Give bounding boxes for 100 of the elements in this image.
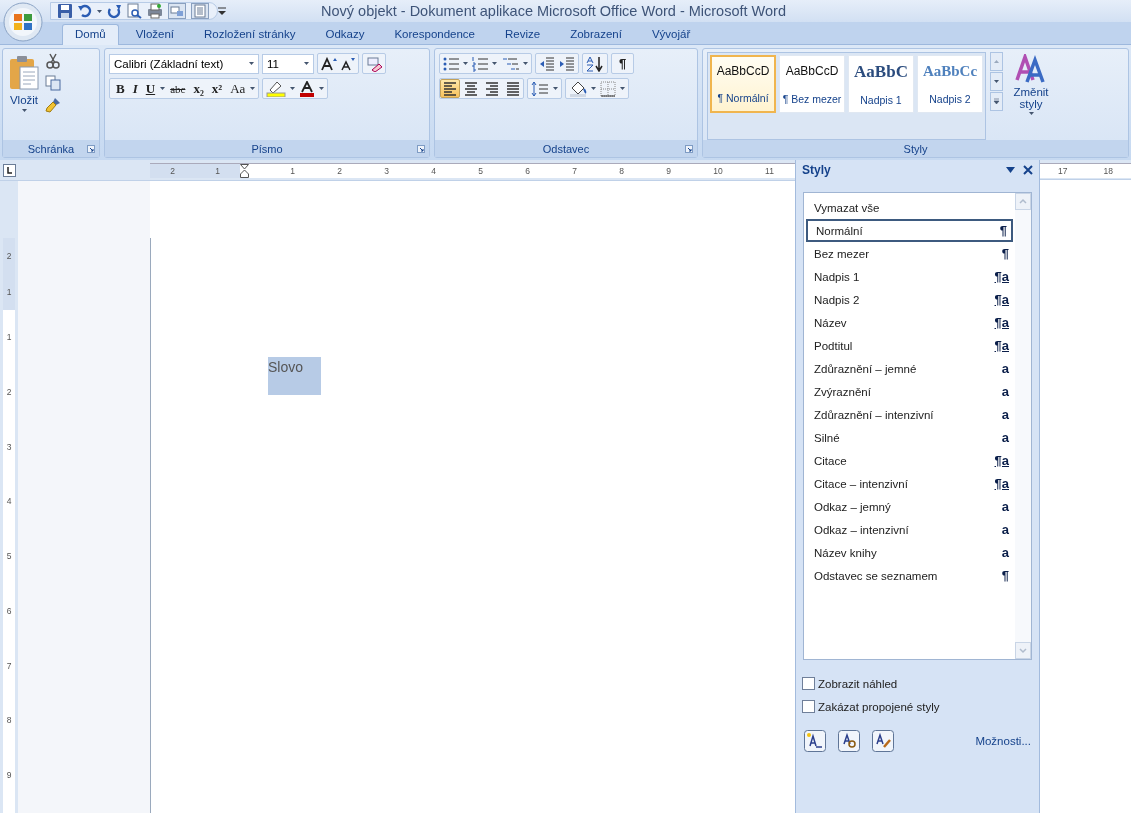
more-icon[interactable] bbox=[990, 92, 1003, 111]
format-button[interactable]: I bbox=[129, 80, 141, 97]
checkbox[interactable] bbox=[802, 677, 815, 690]
dialog-launcher-icon[interactable] bbox=[87, 145, 95, 153]
increase-indent-icon[interactable] bbox=[559, 55, 575, 72]
ruler-number: 9 bbox=[6, 771, 12, 780]
numbered-list-icon[interactable] bbox=[472, 55, 488, 72]
style-item[interactable]: Citace – intenzivní ¶a bbox=[806, 472, 1013, 495]
dropdown-icon[interactable] bbox=[1006, 167, 1015, 173]
style-item[interactable]: Nadpis 1 ¶a bbox=[806, 265, 1013, 288]
style-item[interactable]: Zdůraznění – jemné a bbox=[806, 357, 1013, 380]
style-type-marker: ¶ bbox=[1001, 246, 1009, 261]
style-type-marker: ¶a bbox=[994, 338, 1009, 353]
style-type-marker: a bbox=[1001, 499, 1009, 514]
style-item[interactable]: Bez mezer ¶ bbox=[806, 242, 1013, 265]
grow-font-icon[interactable] bbox=[321, 56, 337, 71]
paint-bucket-icon[interactable] bbox=[569, 80, 587, 97]
ruler-number: 1 bbox=[290, 166, 295, 176]
caret-icon bbox=[160, 87, 166, 90]
format-button[interactable]: x² bbox=[208, 80, 226, 97]
copy-icon[interactable] bbox=[45, 75, 61, 91]
style-item[interactable]: Odstavec se seznamem ¶ bbox=[806, 564, 1013, 587]
style-gallery-item[interactable]: AaBbC Nadpis 1 bbox=[848, 55, 914, 113]
printer-icon[interactable] bbox=[147, 3, 163, 19]
format-button[interactable]: abc bbox=[167, 82, 189, 95]
alignment-button[interactable] bbox=[440, 79, 460, 98]
dialog-launcher-icon[interactable] bbox=[417, 145, 425, 153]
style-gallery-item[interactable]: AaBbCcD ¶ Normální bbox=[710, 55, 776, 113]
ruler-number: 6 bbox=[525, 166, 530, 176]
paste-button[interactable]: Vložit bbox=[7, 53, 41, 140]
style-gallery-item[interactable]: AaBbCc Nadpis 2 bbox=[917, 55, 983, 113]
shrink-font-icon[interactable] bbox=[341, 56, 355, 71]
dialog-launcher-icon[interactable] bbox=[685, 145, 693, 153]
format-button[interactable]: U bbox=[142, 80, 159, 97]
customize-menu-icon[interactable] bbox=[218, 7, 226, 15]
style-item[interactable]: Silné a bbox=[806, 426, 1013, 449]
ribbon-tab[interactable]: Revize bbox=[492, 24, 554, 44]
ribbon-tab[interactable]: Domů bbox=[62, 24, 119, 45]
bullet-list-icon[interactable] bbox=[443, 55, 459, 72]
scissors-icon[interactable] bbox=[45, 53, 61, 69]
style-item[interactable]: Odkaz – jemný a bbox=[806, 495, 1013, 518]
font-name-field[interactable]: Calibri (Základní text) bbox=[109, 53, 259, 74]
redo-icon[interactable] bbox=[107, 3, 121, 19]
caret-icon bbox=[250, 87, 256, 90]
new-style-icon[interactable] bbox=[804, 730, 826, 752]
save-icon[interactable] bbox=[57, 3, 73, 19]
style-item[interactable]: Nadpis 2 ¶a bbox=[806, 288, 1013, 311]
style-item[interactable]: Citace ¶a bbox=[806, 449, 1013, 472]
style-item[interactable]: Podtitul ¶a bbox=[806, 334, 1013, 357]
style-item[interactable]: Normální ¶ bbox=[806, 219, 1013, 242]
ribbon-tab[interactable]: Vývojář bbox=[638, 24, 704, 44]
format-button[interactable]: B bbox=[113, 80, 128, 97]
format-button[interactable]: x₂ bbox=[190, 80, 207, 97]
options-link[interactable]: Možnosti... bbox=[975, 735, 1031, 747]
align-center-icon bbox=[464, 80, 478, 97]
show-marks-button[interactable]: ¶ bbox=[615, 56, 631, 71]
style-type-marker: a bbox=[1001, 384, 1009, 399]
ruler-number: 4 bbox=[431, 166, 436, 176]
ruler-number: 2 bbox=[337, 166, 342, 176]
ruler-number: 1 bbox=[6, 287, 12, 297]
multilevel-list-icon[interactable] bbox=[501, 55, 519, 72]
style-gallery-item[interactable]: AaBbCcD ¶ Bez mezer bbox=[779, 55, 845, 113]
indent-marker-icon[interactable] bbox=[240, 164, 249, 178]
change-styles-button[interactable]: Změnit styly bbox=[1007, 52, 1055, 140]
ribbon-tab[interactable]: Zobrazení bbox=[557, 24, 635, 44]
undo-icon[interactable] bbox=[78, 3, 92, 19]
window-icon[interactable] bbox=[168, 3, 186, 19]
ruler-number: 5 bbox=[478, 166, 483, 176]
ruler-number: 9 bbox=[666, 166, 671, 176]
highlighter-icon[interactable] bbox=[266, 80, 287, 97]
ruler-number: 2 bbox=[6, 387, 12, 397]
ribbon-tab[interactable]: Korespondence bbox=[381, 24, 488, 44]
manage-styles-icon[interactable] bbox=[872, 730, 894, 752]
line-spacing-icon[interactable] bbox=[531, 80, 549, 97]
style-type-marker: ¶a bbox=[994, 292, 1009, 307]
font-color-icon[interactable] bbox=[299, 80, 316, 97]
tab-stop-icon[interactable] bbox=[2, 163, 16, 177]
format-button[interactable]: Aa bbox=[227, 80, 249, 97]
ribbon-tab[interactable]: Rozložení stránky bbox=[191, 24, 309, 44]
style-item[interactable]: Název knihy a bbox=[806, 541, 1013, 564]
ribbon-tab[interactable]: Vložení bbox=[122, 24, 188, 44]
font-size-field[interactable]: 11 bbox=[262, 53, 314, 74]
style-item[interactable]: Odkaz – intenzivní a bbox=[806, 518, 1013, 541]
ruler-number: 4 bbox=[6, 497, 12, 506]
ruler-number: 7 bbox=[572, 166, 577, 176]
print-preview-icon[interactable] bbox=[126, 3, 142, 19]
style-inspector-icon[interactable] bbox=[838, 730, 860, 752]
style-item[interactable]: Vymazat vše bbox=[806, 196, 1013, 219]
borders-icon[interactable] bbox=[600, 80, 616, 97]
style-item[interactable]: Název ¶a bbox=[806, 311, 1013, 334]
style-item[interactable]: Zdůraznění – intenzivní a bbox=[806, 403, 1013, 426]
caret-icon bbox=[463, 62, 468, 65]
close-icon[interactable] bbox=[1023, 165, 1033, 175]
ribbon-tab[interactable]: Odkazy bbox=[312, 24, 378, 44]
decrease-indent-icon[interactable] bbox=[539, 55, 555, 72]
checkbox[interactable] bbox=[802, 700, 815, 713]
scroll-down-icon[interactable] bbox=[990, 72, 1003, 91]
document-icon[interactable] bbox=[191, 3, 209, 19]
style-item[interactable]: Zvýraznění a bbox=[806, 380, 1013, 403]
brush-icon[interactable] bbox=[45, 97, 61, 113]
